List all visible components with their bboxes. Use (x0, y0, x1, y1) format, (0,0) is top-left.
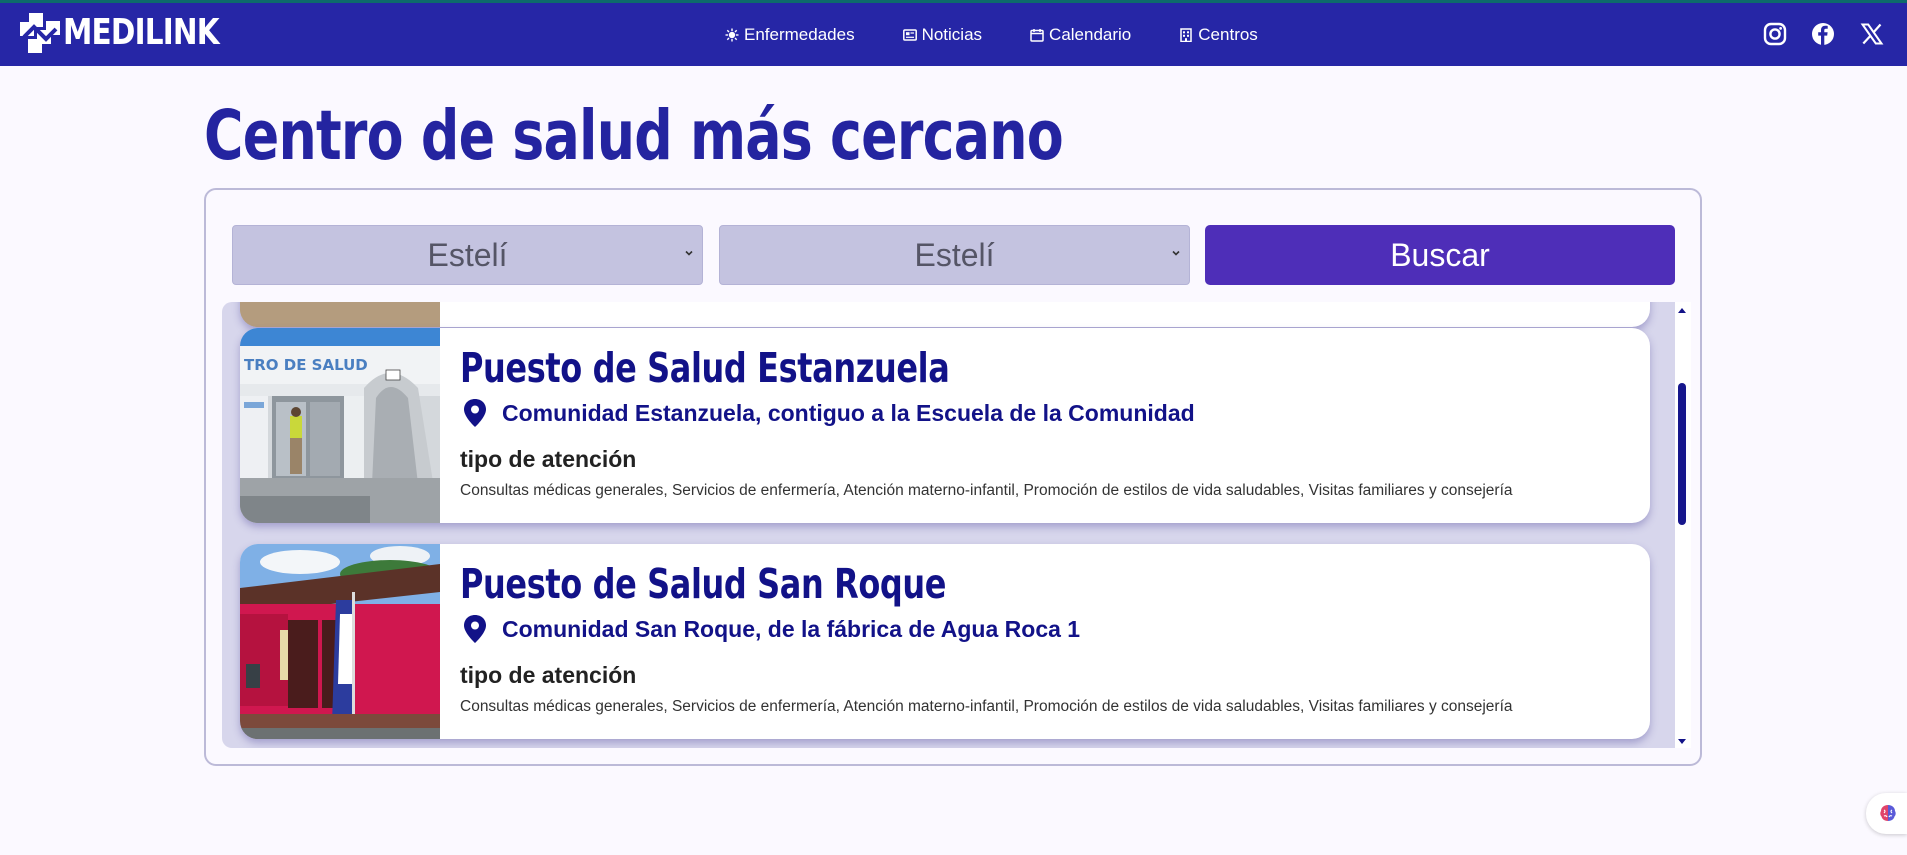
virus-icon (725, 28, 739, 41)
center-services: Consultas médicas generales, Servicios d… (460, 482, 1513, 499)
nav-noticias-label: Noticias (921, 24, 983, 44)
list-scrollbar[interactable] (1675, 302, 1691, 748)
center-address-text: Comunidad San Roque, de la fábrica de Ag… (502, 615, 1081, 642)
instagram-icon[interactable] (1762, 21, 1788, 47)
search-panel: Estelí Estelí Buscar TRO DE SALUD Puesto… (204, 188, 1702, 766)
x-icon[interactable] (1859, 21, 1885, 47)
nav-enfermedades-label: Enfermedades (744, 24, 855, 44)
department-select[interactable]: Estelí (232, 225, 703, 285)
main-nav: Enfermedades Noticias Calendario Centros (725, 3, 1306, 66)
center-address-text: Comunidad Estanzuela, contiguo a la Escu… (502, 399, 1195, 426)
list-item[interactable]: TRO DE SALUD Puesto de Salud Estanzuela (240, 328, 1650, 523)
search-button[interactable]: Buscar (1205, 225, 1675, 285)
centers-list[interactable]: TRO DE SALUD Puesto de Salud Estanzuela (222, 302, 1688, 748)
page-title: Centro de salud más cercano (204, 96, 1064, 176)
brand-name: MEDILINK (63, 12, 220, 53)
care-type-label: tipo de atención (460, 662, 637, 688)
nav-calendario[interactable]: Calendario (1030, 25, 1131, 45)
newspaper-icon (902, 28, 917, 41)
list-item[interactable]: Puesto de Salud San Roque Comunidad San … (240, 544, 1650, 739)
calendar-icon (1030, 28, 1044, 42)
assistant-button[interactable] (1866, 793, 1907, 834)
building-icon (1180, 27, 1193, 42)
chevron-down-icon (1172, 250, 1180, 256)
center-name: Puesto de Salud Estanzuela (460, 344, 950, 392)
location-pin-icon (464, 399, 486, 427)
list-item[interactable] (240, 302, 1650, 327)
location-pin-icon (464, 615, 486, 643)
nav-centros[interactable]: Centros (1179, 25, 1258, 45)
center-address: Comunidad Estanzuela, contiguo a la Escu… (462, 398, 1195, 428)
municipality-select-value: Estelí (914, 236, 995, 273)
nav-centros-label: Centros (1198, 24, 1258, 44)
nav-noticias[interactable]: Noticias (902, 24, 983, 45)
brain-icon (1880, 805, 1896, 821)
brand-logo[interactable]: MEDILINK (20, 12, 253, 53)
facebook-icon[interactable] (1810, 21, 1836, 47)
center-services: Consultas médicas generales, Servicios d… (460, 698, 1513, 715)
center-photo (240, 544, 440, 739)
nav-calendario-label: Calendario (1049, 24, 1132, 44)
center-photo (240, 302, 440, 327)
center-photo: TRO DE SALUD (240, 328, 440, 523)
care-type-label: tipo de atención (460, 446, 637, 472)
chevron-down-icon (685, 250, 693, 256)
center-address: Comunidad San Roque, de la fábrica de Ag… (462, 614, 1080, 644)
nav-enfermedades[interactable]: Enfermedades (725, 25, 855, 45)
municipality-select[interactable]: Estelí (719, 225, 1190, 285)
center-name: Puesto de Salud San Roque (460, 560, 947, 608)
department-select-value: Estelí (427, 236, 508, 273)
scroll-down-arrow-icon[interactable] (1676, 736, 1688, 748)
medilink-logo-icon (20, 12, 60, 53)
scroll-up-arrow-icon[interactable] (1676, 304, 1688, 316)
svg-text:TRO DE SALUD: TRO DE SALUD (244, 356, 368, 374)
scrollbar-thumb[interactable] (1678, 383, 1686, 525)
navbar: MEDILINK Enfermedades Noticias Calendari… (0, 3, 1907, 66)
